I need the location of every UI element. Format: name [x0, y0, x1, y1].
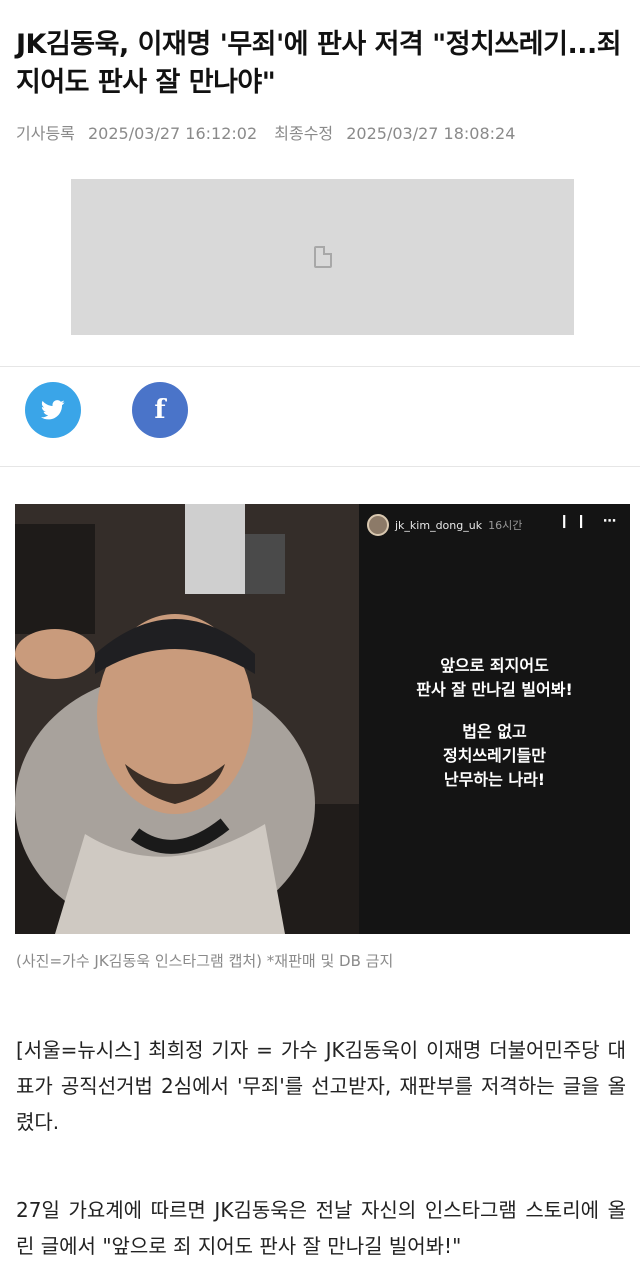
article-photo[interactable]: jk_kim_dong_uk 16시간 ❙❙ ⋯ 앞으로 죄지어도 판사 잘 만… [15, 504, 630, 934]
divider [0, 466, 640, 467]
article-title: JK김동욱, 이재명 '무죄'에 판사 저격 "정치쓰레기...죄지어도 판사 … [16, 29, 622, 98]
facebook-share-button[interactable]: f [132, 382, 188, 438]
body-paragraph: [서울=뉴시스] 최희정 기자 = 가수 JK김동욱이 이재명 더불어민주당 대… [16, 1038, 626, 1134]
story-line: 앞으로 죄지어도 [440, 656, 549, 675]
story-line: 법은 없고 [462, 722, 527, 741]
story-username: jk_kim_dong_uk [395, 518, 483, 532]
twitter-share-button[interactable] [25, 382, 81, 438]
portrait-illustration [15, 504, 359, 934]
story-line: 난무하는 나라! [443, 770, 546, 789]
story-line: 정치쓰레기들만 [442, 746, 547, 765]
story-text: 앞으로 죄지어도 판사 잘 만나길 빌어봐! 법은 없고 정치쓰레기들만 난무하… [359, 654, 630, 792]
modified-label: 최종수정 [274, 124, 334, 143]
facebook-icon: f [154, 395, 166, 425]
article-meta: 기사등록 2025/03/27 16:12:02 최종수정 2025/03/27… [16, 120, 523, 144]
avatar [367, 514, 389, 536]
twitter-icon [41, 400, 65, 420]
story-time: 16시간 [488, 519, 523, 532]
instagram-story: jk_kim_dong_uk 16시간 ❙❙ ⋯ 앞으로 죄지어도 판사 잘 만… [359, 504, 630, 934]
body-paragraph: 27일 가요계에 따르면 JK김동욱은 전날 자신의 인스타그램 스토리에 올린… [16, 1198, 626, 1258]
ad-placeholder[interactable] [71, 179, 574, 335]
registered-label: 기사등록 [16, 124, 75, 143]
broken-image-icon [313, 246, 332, 268]
story-line: 판사 잘 만나길 빌어봐! [416, 680, 573, 699]
photo-caption: (사진=가수 JK김동욱 인스타그램 캡처) *재판매 및 DB 금지 [16, 952, 394, 970]
portrait-photo [15, 504, 359, 934]
registered-time: 2025/03/27 16:12:02 [87, 124, 258, 143]
story-controls: ❙❙ ⋯ [558, 514, 622, 529]
story-header: jk_kim_dong_uk 16시간 [367, 514, 522, 536]
modified-time: 2025/03/27 18:08:24 [346, 124, 516, 143]
divider [0, 366, 640, 367]
